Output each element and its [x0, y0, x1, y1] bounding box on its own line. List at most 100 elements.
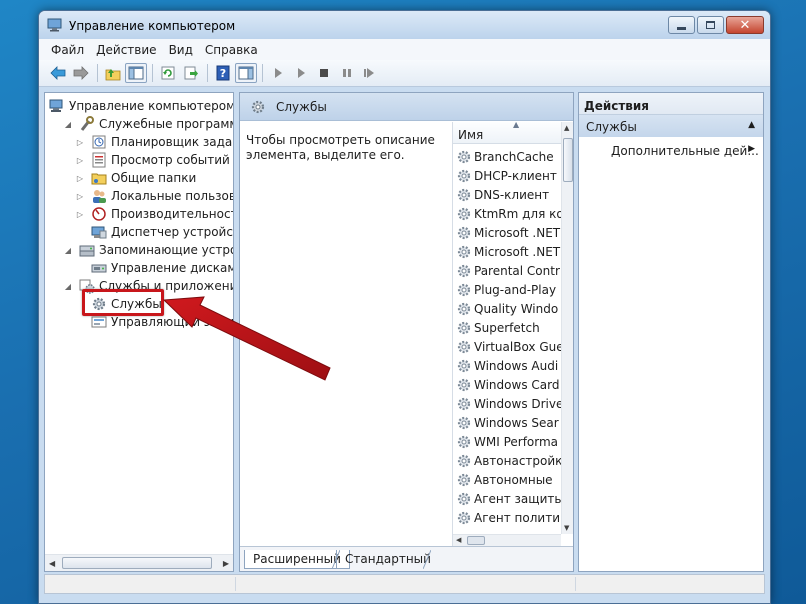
menu-action[interactable]: Действие	[90, 43, 162, 57]
tree-item[interactable]: ◢ Служебные программы	[63, 115, 233, 133]
list-item[interactable]: Windows Sear	[456, 413, 561, 432]
services-horizontal-scrollbar[interactable]: ◀	[453, 534, 561, 546]
tree-item[interactable]: ◢ Запоминающие устройст	[63, 241, 233, 259]
collapsed-triangle-icon[interactable]: ▷	[75, 137, 85, 147]
service-gear-icon	[456, 358, 472, 374]
scrollbar-thumb[interactable]	[563, 138, 573, 182]
actions-title: Действия	[579, 93, 763, 115]
help-button[interactable]: ?	[212, 63, 234, 83]
description-text: Чтобы просмотреть описание элемента, выд…	[246, 133, 435, 162]
tree-horizontal-scrollbar[interactable]: ◀ ▶	[45, 554, 233, 571]
tree-item-label: Планировщик заданий	[111, 135, 233, 149]
menu-view[interactable]: Вид	[163, 43, 199, 57]
column-header-name[interactable]: ▲ Имя	[453, 122, 561, 144]
start-service-icon	[275, 68, 282, 78]
list-item[interactable]: DNS-клиент	[456, 185, 561, 204]
service-name: Plug-and-Play	[474, 282, 557, 297]
status-segment	[235, 577, 236, 591]
list-item[interactable]: Агент полити	[456, 508, 561, 527]
list-item[interactable]: Агент защиты	[456, 489, 561, 508]
collapsed-triangle-icon[interactable]: ▷	[75, 191, 85, 201]
collapsed-triangle-icon[interactable]: ▷	[75, 173, 85, 183]
expanded-triangle-icon[interactable]: ◢	[63, 245, 73, 255]
minimize-button[interactable]	[668, 16, 695, 34]
export-list-button[interactable]	[180, 63, 202, 83]
list-item[interactable]: Quality Windo	[456, 299, 561, 318]
tree-item[interactable]: ▷ Общие папки	[75, 169, 196, 187]
list-item[interactable]: Superfetch	[456, 318, 561, 337]
forward-button[interactable]	[70, 63, 92, 83]
storage-icon	[79, 242, 95, 258]
tree-item[interactable]: ▷ Просмотр событий	[75, 151, 230, 169]
tree-item[interactable]: Диспетчер устройств	[75, 223, 233, 241]
tree-item[interactable]: ▷ Локальные пользовате	[75, 187, 233, 205]
back-button[interactable]	[47, 63, 69, 83]
collapsed-triangle-icon[interactable]: ▷	[75, 209, 85, 219]
close-button[interactable]: ✕	[726, 16, 764, 34]
scrollbar-thumb[interactable]	[467, 536, 485, 545]
services-list: ▲ Имя ▲ ▼ ◀ BranchCache DHCP-клиент DNS-кл…	[452, 122, 573, 546]
restart-service-icon	[364, 68, 374, 78]
tree-item-label: Управление дисками	[111, 261, 234, 275]
computer-management-icon	[49, 98, 65, 114]
list-item[interactable]: Автономные	[456, 470, 561, 489]
list-item[interactable]: DHCP-клиент	[456, 166, 561, 185]
restart-service-button[interactable]	[359, 63, 381, 83]
start-service-button[interactable]	[267, 63, 289, 83]
scroll-down-icon[interactable]: ▼	[564, 524, 569, 532]
title-bar[interactable]: Управление компьютером ✕	[39, 11, 770, 39]
tree-item[interactable]: Управление компьютером (л	[49, 97, 233, 115]
menu-file[interactable]: Файл	[45, 43, 90, 57]
up-level-button[interactable]	[102, 63, 124, 83]
list-item[interactable]: KtmRm для ко	[456, 204, 561, 223]
toolbar-separator	[262, 64, 263, 82]
help-icon: ?	[216, 65, 230, 81]
tree-item-label: Локальные пользовате	[111, 189, 233, 203]
services-gear-icon	[250, 99, 266, 115]
list-item[interactable]: Microsoft .NET	[456, 242, 561, 261]
tab-divider	[423, 550, 431, 569]
tree-item-label: Производительность	[111, 207, 234, 221]
expanded-triangle-icon[interactable]: ◢	[63, 119, 73, 129]
list-item[interactable]: VirtualBox Gue	[456, 337, 561, 356]
list-item[interactable]: Windows Card	[456, 375, 561, 394]
refresh-button[interactable]	[157, 63, 179, 83]
service-gear-icon	[456, 377, 472, 393]
list-item[interactable]: Plug-and-Play	[456, 280, 561, 299]
tree-item[interactable]: ▷ Производительность	[75, 205, 234, 223]
list-item[interactable]: Windows Drive	[456, 394, 561, 413]
collapsed-triangle-icon[interactable]: ▷	[75, 155, 85, 165]
actions-section-services[interactable]: Службы ▲	[579, 115, 763, 137]
show-hide-action-pane-button[interactable]	[235, 63, 257, 83]
list-item[interactable]: Windows Audi	[456, 356, 561, 375]
services-vertical-scrollbar[interactable]: ▲ ▼	[561, 122, 573, 534]
maximize-button[interactable]	[697, 16, 724, 34]
scroll-left-icon[interactable]: ◀	[456, 536, 461, 544]
list-item[interactable]: BranchCache	[456, 147, 561, 166]
show-hide-tree-button[interactable]	[125, 63, 147, 83]
service-name: KtmRm для ко	[474, 206, 561, 221]
scroll-up-icon[interactable]: ▲	[564, 124, 569, 132]
tree-item[interactable]: Управление дисками	[75, 259, 234, 277]
scroll-right-icon[interactable]: ▶	[223, 559, 229, 568]
shared-folders-icon	[91, 170, 107, 186]
scroll-left-icon[interactable]: ◀	[49, 559, 55, 568]
start-service-alt-button[interactable]	[290, 63, 312, 83]
list-item[interactable]: Parental Contr	[456, 261, 561, 280]
service-gear-icon	[456, 434, 472, 450]
collapse-up-icon[interactable]: ▲	[748, 120, 755, 130]
list-item[interactable]: Автонастройк	[456, 451, 561, 470]
list-item[interactable]: Microsoft .NET	[456, 223, 561, 242]
more-actions-item[interactable]: Дополнительные дей... ▶	[579, 137, 763, 161]
stop-service-button[interactable]	[313, 63, 335, 83]
export-list-icon	[184, 66, 198, 80]
service-gear-icon	[456, 453, 472, 469]
list-item[interactable]: WMI Performa	[456, 432, 561, 451]
window-title: Управление компьютером	[69, 19, 236, 33]
tree-item[interactable]: ▷ Планировщик заданий	[75, 133, 233, 151]
status-bar	[44, 574, 765, 594]
menu-help[interactable]: Справка	[199, 43, 264, 57]
expanded-triangle-icon[interactable]: ◢	[63, 281, 73, 291]
pause-service-button[interactable]	[336, 63, 358, 83]
scrollbar-thumb[interactable]	[62, 557, 212, 569]
